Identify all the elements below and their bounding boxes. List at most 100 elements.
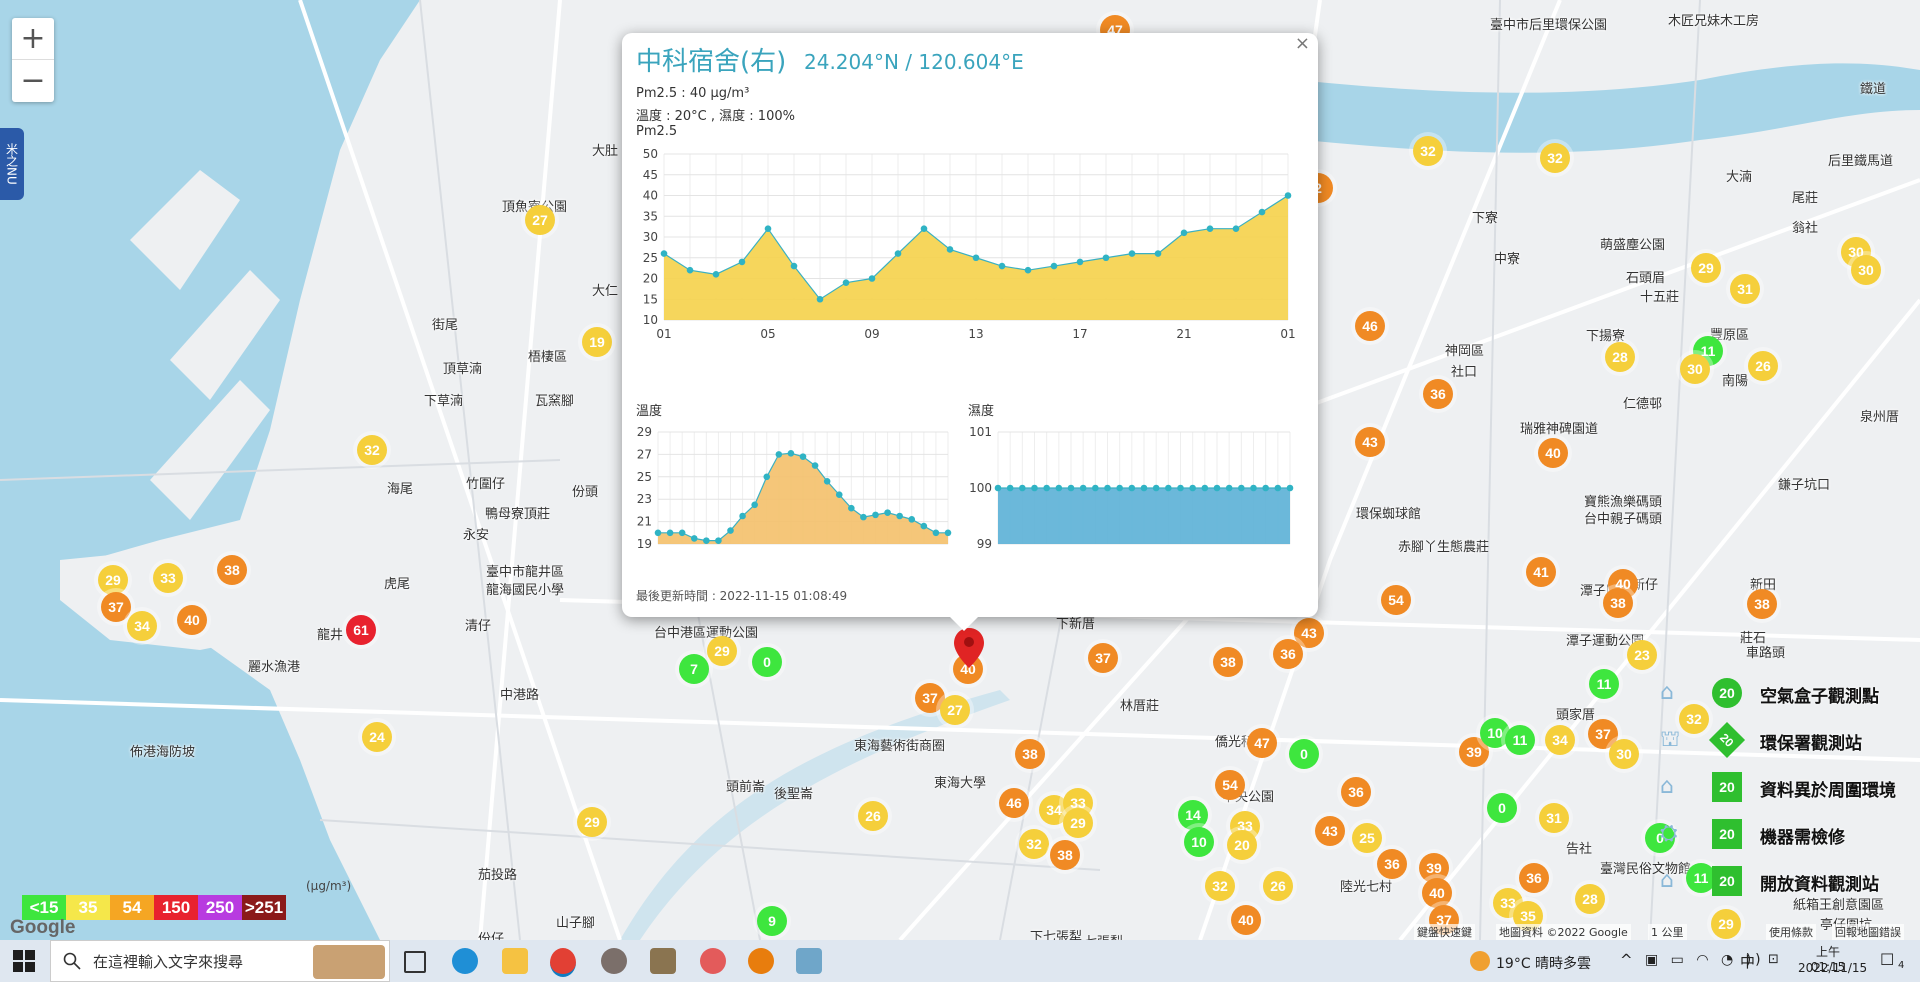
station-marker[interactable]: 34: [1545, 725, 1575, 755]
station-marker[interactable]: 36: [1423, 379, 1453, 409]
station-marker[interactable]: 7: [679, 654, 709, 684]
tray-chevron-icon[interactable]: ^: [1620, 951, 1633, 969]
station-marker[interactable]: 29: [577, 807, 607, 837]
report-error-link[interactable]: 回報地圖錯誤: [1832, 924, 1904, 940]
station-marker[interactable]: 29: [1063, 808, 1093, 838]
station-marker[interactable]: 27: [525, 205, 555, 235]
type-legend-row: ⛫ 20 環保署觀測站: [1646, 721, 1920, 768]
station-marker[interactable]: 36: [1341, 777, 1371, 807]
station-marker[interactable]: 26: [1748, 351, 1778, 381]
station-marker[interactable]: 30: [1609, 739, 1639, 769]
type-label: 環保署觀測站: [1760, 734, 1862, 754]
station-marker[interactable]: 29: [1711, 909, 1741, 939]
keyboard-shortcuts-link[interactable]: 鍵盤快速鍵: [1414, 924, 1475, 940]
station-marker[interactable]: 32: [1413, 136, 1443, 166]
station-marker[interactable]: 38: [1603, 588, 1633, 618]
zoom-out-button[interactable]: −: [12, 60, 54, 101]
series-area: [658, 453, 948, 544]
station-type-icon: ⌂: [1660, 868, 1674, 893]
station-marker[interactable]: 36: [1519, 863, 1549, 893]
station-marker[interactable]: 33: [153, 563, 183, 593]
station-marker[interactable]: 47: [1247, 728, 1277, 758]
station-marker[interactable]: 14: [1178, 800, 1208, 830]
station-marker[interactable]: 26: [1263, 871, 1293, 901]
station-marker[interactable]: 37: [1088, 643, 1118, 673]
gimp-icon[interactable]: [650, 948, 676, 974]
station-marker[interactable]: 38: [1213, 647, 1243, 677]
station-marker[interactable]: 54: [1215, 770, 1245, 800]
station-marker[interactable]: 0: [752, 647, 782, 677]
map-data-attribution: 地圖資料 ©2022 Google: [1496, 924, 1631, 940]
station-marker[interactable]: 27: [940, 695, 970, 725]
station-marker[interactable]: 37: [101, 592, 131, 622]
station-marker[interactable]: 28: [1605, 342, 1635, 372]
station-marker[interactable]: 0: [1289, 739, 1319, 769]
station-marker[interactable]: 43: [1355, 427, 1385, 457]
station-marker[interactable]: 11: [1589, 669, 1619, 699]
station-marker[interactable]: 36: [1377, 849, 1407, 879]
station-marker[interactable]: 32: [1019, 829, 1049, 859]
zoom-in-button[interactable]: +: [12, 18, 54, 60]
data-point: [1050, 262, 1058, 270]
ime-mode-icon[interactable]: ⊡: [1768, 952, 1779, 967]
station-marker[interactable]: 30: [1851, 255, 1881, 285]
station-marker[interactable]: 46: [1355, 311, 1385, 341]
station-marker[interactable]: 0: [1487, 793, 1517, 823]
station-marker[interactable]: 38: [1015, 739, 1045, 769]
station-marker[interactable]: 34: [127, 611, 157, 641]
station-marker[interactable]: 54: [1381, 585, 1411, 615]
compass-app-icon[interactable]: [601, 948, 627, 974]
station-marker[interactable]: 43: [1315, 816, 1345, 846]
station-marker[interactable]: 11: [1505, 725, 1535, 755]
station-marker[interactable]: 24: [362, 722, 392, 752]
snipping-tool-icon[interactable]: [700, 948, 726, 974]
notification-icon[interactable]: ☐: [1880, 950, 1894, 969]
station-marker[interactable]: 46: [999, 788, 1029, 818]
station-marker[interactable]: 31: [1730, 274, 1760, 304]
station-marker[interactable]: 36: [1273, 639, 1303, 669]
station-marker[interactable]: 40: [1231, 905, 1261, 935]
station-marker[interactable]: 25: [1352, 823, 1382, 853]
station-marker[interactable]: 40: [177, 605, 207, 635]
station-marker[interactable]: 9: [757, 906, 787, 936]
station-marker[interactable]: 32: [1540, 143, 1570, 173]
ime-indicator[interactable]: 中: [1740, 951, 1755, 972]
station-marker[interactable]: 38: [1050, 840, 1080, 870]
station-marker[interactable]: 38: [1747, 589, 1777, 619]
data-point: [1250, 484, 1257, 492]
chrome-icon[interactable]: [550, 948, 576, 977]
station-marker[interactable]: 40: [1422, 878, 1452, 908]
file-explorer-icon[interactable]: [502, 948, 528, 974]
station-marker[interactable]: 41: [1526, 557, 1556, 587]
station-marker[interactable]: 26: [858, 801, 888, 831]
station-marker[interactable]: 20: [1227, 830, 1257, 860]
windows-start-icon[interactable]: [13, 950, 35, 972]
terms-link[interactable]: 使用條款: [1766, 924, 1816, 940]
station-marker[interactable]: 28: [1575, 884, 1605, 914]
data-point: [1102, 254, 1110, 262]
station-marker[interactable]: 23: [1627, 640, 1657, 670]
station-marker[interactable]: 30: [1680, 354, 1710, 384]
station-marker[interactable]: 38: [217, 555, 247, 585]
selected-location-pin[interactable]: [954, 628, 984, 668]
taskbar-search-box[interactable]: 在這裡輸入文字來搜尋: [50, 940, 390, 982]
popup-close-button[interactable]: ×: [1295, 33, 1310, 54]
station-marker[interactable]: 29: [98, 565, 128, 595]
station-marker[interactable]: 32: [357, 435, 387, 465]
side-panel-tab[interactable]: 米之NU: [0, 128, 24, 200]
station-marker[interactable]: 61: [346, 615, 376, 645]
station-marker[interactable]: 40: [1538, 438, 1568, 468]
blender-icon[interactable]: [748, 948, 774, 974]
station-marker[interactable]: 10: [1184, 827, 1214, 857]
station-marker[interactable]: 31: [1539, 803, 1569, 833]
station-marker[interactable]: 32: [1205, 871, 1235, 901]
google-logo: Google: [10, 917, 76, 938]
station-marker[interactable]: 19: [582, 327, 612, 357]
edge-icon[interactable]: [452, 948, 478, 974]
app-icon[interactable]: [796, 948, 822, 974]
task-view-icon[interactable]: [404, 951, 426, 973]
clock-date[interactable]: 2022/11/15: [1798, 961, 1867, 975]
station-marker[interactable]: 29: [1691, 253, 1721, 283]
station-marker[interactable]: 29: [707, 636, 737, 666]
weather-text[interactable]: 19°C 晴時多雲: [1496, 953, 1591, 973]
